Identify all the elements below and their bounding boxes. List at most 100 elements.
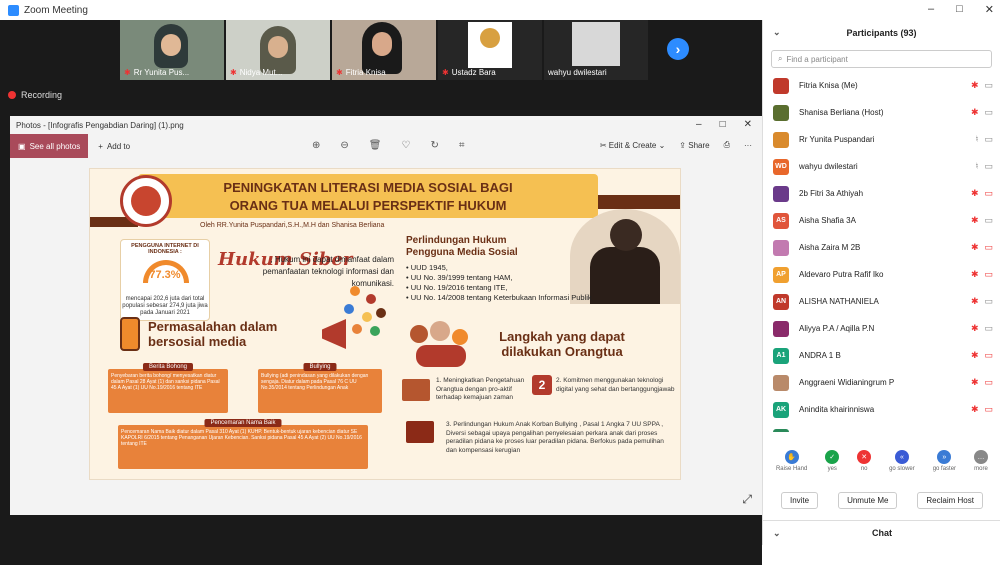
video-muted-icon: ▭: [984, 404, 993, 414]
mic-muted-icon: ✱: [970, 215, 979, 225]
mic-muted-icon: ✱: [124, 68, 131, 77]
edit-create-button[interactable]: ✂ Edit & Create ⌄: [600, 141, 665, 150]
crop-icon[interactable]: ⌗: [459, 140, 465, 151]
delete-icon[interactable]: 🗑: [369, 140, 382, 151]
video-tile[interactable]: ✱ Rr Yunita Pus...: [120, 20, 224, 80]
family-illustration: [406, 319, 476, 369]
participant-row[interactable]: Aisha Zaira M 2B ✱ ▭: [763, 234, 1000, 261]
bullying-text: Bullying (adi penindasan yang dilakukan …: [261, 373, 369, 391]
mic-muted-icon: ✱: [970, 107, 979, 117]
video-muted-icon: ▭: [984, 188, 993, 198]
reaction-button[interactable]: ✓ yes: [825, 450, 840, 486]
participant-search[interactable]: ⌕ Find a participant: [771, 50, 992, 68]
participant-row[interactable]: WD wahyu dwilestari ♮ ▭: [763, 153, 1000, 180]
collapse-chevron-icon[interactable]: ⌄: [773, 27, 781, 38]
favorite-icon[interactable]: ♡: [401, 140, 410, 151]
video-tile[interactable]: ✱ Ustadz Bara: [438, 20, 542, 80]
edit-icon: ✂: [599, 140, 609, 150]
photos-title: Photos - [Infografis Pengabdian Daring] …: [16, 120, 184, 130]
berita-bohong-tag: Berita Bohong: [142, 363, 194, 371]
participant-row[interactable]: A1 ANDRA 1 B ✱ ▭: [763, 342, 1000, 369]
video-tile[interactable]: ✱ Nidya Mut...: [226, 20, 330, 80]
maximize-button[interactable]: □: [956, 3, 963, 16]
internet-users-desc: mencapai 202,6 juta dari total populasi …: [122, 296, 208, 316]
avatar: WD: [773, 158, 789, 175]
participant-row[interactable]: Anindita M Fairus✱▭: [763, 423, 1000, 432]
perlindungan-item-text: UU No. 39/1999 tentang HAM,: [410, 273, 513, 282]
participant-name: ALISHA NATHANIELA: [799, 297, 879, 306]
avatar: AN: [773, 293, 789, 310]
step-3: 3. Perlindungan Hukum Anak Korban Bullyi…: [446, 421, 664, 454]
participant-status: ✱▭: [971, 323, 993, 334]
photos-close-button[interactable]: ✕: [744, 119, 752, 130]
photos-toolbar: ▣ See all photos + Add to ⊕ ⊖ 🗑 ♡ ↻ ⌗ ✂ …: [10, 134, 762, 158]
reaction-button[interactable]: … more: [973, 450, 988, 486]
participant-status: ✱▭: [971, 242, 993, 253]
next-page-button[interactable]: ›: [667, 38, 689, 60]
perlindungan-item: • UU No. 19/2016 tentang ITE,: [406, 283, 508, 292]
avatar: [773, 131, 789, 148]
mic-muted-icon: ✱: [970, 404, 979, 414]
participant-status: ✱▭: [971, 215, 993, 226]
participant-row[interactable]: Anggraeni Widianingrum P ✱ ▭: [763, 369, 1000, 396]
meeting-area: ✱ Rr Yunita Pus... ✱ Nidya Mut... ✱ Fitria …: [0, 20, 762, 565]
print-icon[interactable]: ⎙: [724, 140, 730, 150]
chat-chevron-icon[interactable]: ⌄: [773, 528, 781, 539]
participant-row[interactable]: AK Anindita khairinniswa ✱ ▭: [763, 396, 1000, 423]
avatar: [773, 428, 789, 432]
langkah-line-1: Langkah yang dapat: [499, 329, 625, 344]
unmute-me-button[interactable]: Unmute Me: [838, 492, 898, 509]
expand-icon[interactable]: ⤢: [742, 492, 752, 507]
participants-panel: ⌄ Participants (93) ⌕ Find a participant…: [762, 20, 1000, 545]
minimize-button[interactable]: –: [928, 3, 934, 16]
photos-minimize-button[interactable]: –: [696, 119, 702, 130]
rotate-icon[interactable]: ↻: [430, 140, 438, 151]
step-2-number: 2: [532, 375, 552, 395]
close-button[interactable]: ✕: [985, 3, 994, 16]
reaction-button[interactable]: « go slower: [889, 450, 915, 486]
participant-row[interactable]: Rr Yunita Puspandari ♮ ▭: [763, 126, 1000, 153]
mic-muted-icon: ✱: [970, 323, 979, 333]
participant-name: Anindita khairinniswa: [799, 405, 875, 414]
search-placeholder: Find a participant: [786, 54, 848, 64]
participant-row[interactable]: Aliyya P.A / Aqilla P.N ✱ ▭: [763, 315, 1000, 342]
photos-maximize-button[interactable]: □: [720, 119, 726, 130]
participant-row[interactable]: AN ALISHA NATHANIELA ✱ ▭: [763, 288, 1000, 315]
avatar: AP: [773, 266, 789, 283]
reclaim-host-button[interactable]: Reclaim Host: [917, 492, 983, 509]
zoom-in-icon[interactable]: ⊕: [312, 140, 320, 151]
reaction-button[interactable]: ✋ Raise Hand: [776, 450, 807, 486]
recording-indicator[interactable]: Recording: [8, 90, 62, 100]
participant-row[interactable]: 2b Fitri 3a Athiyah ✱ ▭: [763, 180, 1000, 207]
perlindungan-item-text: UU No. 14/2008 tentang Keterbukaan Infor…: [410, 293, 592, 302]
video-tile[interactable]: ✱ Fitria Knisa: [332, 20, 436, 80]
see-all-photos-button[interactable]: ▣ See all photos: [10, 134, 89, 158]
reactions-bar: ✋ Raise Hand ✓ yes ✕ no « go slower » go faster … m…: [763, 450, 1000, 486]
zoom-out-icon[interactable]: ⊖: [340, 140, 348, 151]
video-strip: ✱ Rr Yunita Pus... ✱ Nidya Mut... ✱ Fitria …: [10, 20, 762, 116]
mic-icon: ♮: [975, 161, 979, 171]
share-button[interactable]: ⇪ Share: [679, 141, 709, 150]
participant-row[interactable]: AP Aldevaro Putra Rafif Iko ✱ ▭: [763, 261, 1000, 288]
more-icon[interactable]: ···: [744, 141, 752, 150]
chat-header[interactable]: ⌄ Chat: [763, 520, 1000, 545]
see-all-label: See all photos: [29, 141, 81, 151]
university-logo: [120, 175, 172, 227]
share-icon: ⇪: [679, 140, 689, 150]
reaction-button[interactable]: ✕ no: [857, 450, 872, 486]
participant-row[interactable]: Shanisa Berliana (Host) ✱ ▭: [763, 99, 1000, 126]
participant-row[interactable]: AS Aisha Shafia 3A ✱ ▭: [763, 207, 1000, 234]
video-icon: ▭: [984, 134, 993, 144]
reaction-button[interactable]: » go faster: [933, 450, 956, 486]
pencemaran-text: Pencemaran Nama Baik diatur dalam Pasal …: [121, 429, 362, 447]
participant-status: ✱▭: [971, 269, 993, 280]
video-icon: ▭: [984, 323, 993, 333]
invite-button[interactable]: Invite: [780, 492, 819, 509]
recording-label: Recording: [21, 90, 63, 100]
participant-row[interactable]: Fitria Knisa (Me) ✱ ▭: [763, 72, 1000, 99]
add-to-button[interactable]: + Add to: [98, 142, 130, 151]
perlindungan-item: • UU No. 14/2008 tentang Keterbukaan Inf…: [406, 293, 592, 302]
berita-bohong-box: Berita Bohong Penyebaran berita bohong/ …: [108, 363, 228, 413]
video-tile[interactable]: wahyu dwilestari: [544, 20, 648, 80]
infographic-banner: PENINGKATAN LITERASI MEDIA SOSIAL BAGI O…: [138, 174, 598, 218]
